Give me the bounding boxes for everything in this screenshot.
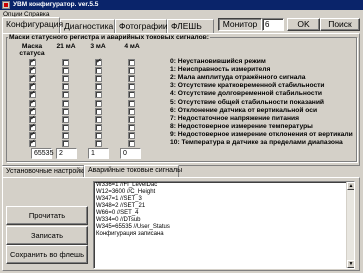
log-line: W348=2 //SET_21 xyxy=(96,203,146,209)
column-header-4ma: 4 мА xyxy=(124,43,140,50)
value-field-3ma[interactable]: 1 xyxy=(88,148,109,159)
ma4-checkbox-2[interactable] xyxy=(128,75,135,82)
value-field-4ma[interactable]: 0 xyxy=(120,148,141,159)
read-button[interactable]: Прочитать xyxy=(6,206,88,225)
ma3-checkbox-6[interactable] xyxy=(95,108,102,115)
signal-label-1: 1: Неисправность измерителя xyxy=(170,66,271,73)
ma3-checkbox-8[interactable] xyxy=(95,124,102,131)
save-to-flash-button[interactable]: Сохранить во флешь xyxy=(6,245,88,264)
signal-label-6: 6: Отклонение датчика от вертикальной ос… xyxy=(170,107,318,114)
tab-configuration[interactable]: Конфигурация xyxy=(2,17,63,33)
ma21-checkbox-2[interactable] xyxy=(62,75,69,82)
ma4-checkbox-1[interactable] xyxy=(128,67,135,74)
ma4-checkbox-9[interactable] xyxy=(128,132,135,139)
ma21-checkbox-5[interactable] xyxy=(62,100,69,107)
window-title: УВМ конфигуратор. ver.5.5 xyxy=(13,1,99,8)
monitor-button[interactable]: Монитор xyxy=(218,18,262,31)
value-field-21ma[interactable]: 2 xyxy=(56,148,77,159)
search-button[interactable]: Поиск xyxy=(320,18,360,31)
log-line: W12=3600 //C_Height xyxy=(96,189,156,195)
ma4-checkbox-3[interactable] xyxy=(128,83,135,90)
ma3-checkbox-2[interactable] xyxy=(95,75,102,82)
tab-setup-settings[interactable]: Установочные настройки xyxy=(2,166,87,177)
column-header-3ma: 3 мА xyxy=(90,43,106,50)
write-button[interactable]: Записать xyxy=(6,226,88,245)
log-output[interactable]: W336=1 //FI_LevelDac W12=3600 //C_Height W… xyxy=(93,181,355,269)
signal-label-9: 9: Недостоверное измерение отклонения от… xyxy=(170,131,353,138)
ma3-checkbox-5[interactable] xyxy=(95,100,102,107)
bottom-panel: Прочитать Записать Сохранить во флешь W3… xyxy=(2,177,360,271)
ma3-checkbox-10[interactable] xyxy=(95,140,102,147)
signal-label-10: 10: Температура в датчике за пределами д… xyxy=(170,139,343,146)
signal-label-5: 5: Отсутствие общей стабильности показан… xyxy=(170,99,325,106)
ma3-checkbox-7[interactable] xyxy=(95,116,102,123)
signal-label-4: 4: Отсутствие долговременной стабильност… xyxy=(170,90,322,97)
ma21-checkbox-7[interactable] xyxy=(62,116,69,123)
log-line: W345=65535 //User_Status xyxy=(96,224,170,230)
ma4-checkbox-0[interactable] xyxy=(128,59,135,66)
ma21-checkbox-10[interactable] xyxy=(62,140,69,147)
ma21-checkbox-9[interactable] xyxy=(62,132,69,139)
signal-label-8: 8: Недостоверное измерение температуры xyxy=(170,123,313,130)
ma21-checkbox-6[interactable] xyxy=(62,108,69,115)
log-lines: W336=1 //FI_LevelDac W12=3600 //C_Height W… xyxy=(94,182,354,238)
tab-diagnostics[interactable]: Диагностика xyxy=(60,19,115,33)
log-line: W347=1 //SET_3 xyxy=(96,196,142,202)
monitor-value-field[interactable]: 6 xyxy=(262,18,284,31)
ma3-checkbox-3[interactable] xyxy=(95,83,102,90)
mask-checkbox-10[interactable] xyxy=(29,138,36,147)
ma21-checkbox-1[interactable] xyxy=(62,67,69,74)
ok-button[interactable]: OK xyxy=(287,18,320,31)
log-line: Конфигурация записана xyxy=(96,231,164,237)
column-header-21ma: 21 мА xyxy=(56,43,76,50)
signal-label-3: 3: Отсутствие кратковременной стабильнос… xyxy=(170,82,325,89)
log-line: W66=0 //SET_4 xyxy=(96,210,139,216)
ma3-checkbox-9[interactable] xyxy=(95,132,102,139)
signal-label-2: 2: Мала амплитуда отражённого сигнала xyxy=(170,74,306,81)
scroll-up-icon[interactable]: ▲ xyxy=(347,182,354,190)
tab-flash[interactable]: ФЛЕШЬ xyxy=(167,19,214,33)
ma21-checkbox-0[interactable] xyxy=(62,59,69,66)
mask-checkbox-4[interactable] xyxy=(29,89,36,98)
log-line: W334=0 //DTsub xyxy=(96,217,141,223)
tab-photos[interactable]: Фотографии xyxy=(115,19,168,33)
ma4-checkbox-10[interactable] xyxy=(128,140,135,147)
ma21-checkbox-4[interactable] xyxy=(62,91,69,98)
value-field-mask[interactable]: 65535 xyxy=(31,148,53,159)
ma3-checkbox-0[interactable] xyxy=(95,57,102,66)
title-bar: УВМ конфигуратор. ver.5.5 xyxy=(0,0,363,10)
signal-label-7: 7: Недостаточное напряжение питания xyxy=(170,115,299,122)
tab-alarm-current-signals[interactable]: Аварийные токовые сигналы xyxy=(84,165,182,177)
ma21-checkbox-8[interactable] xyxy=(62,124,69,131)
ma3-checkbox-1[interactable] xyxy=(95,67,102,74)
ma4-checkbox-5[interactable] xyxy=(128,100,135,107)
scroll-down-icon[interactable]: ▼ xyxy=(347,260,354,268)
ma3-checkbox-4[interactable] xyxy=(95,91,102,98)
column-header-mask: Маска статуса xyxy=(19,43,45,57)
app-icon xyxy=(2,1,10,9)
ma21-checkbox-3[interactable] xyxy=(62,83,69,90)
ma4-checkbox-6[interactable] xyxy=(128,108,135,115)
group-title: Маски статусного регистра и аварийных то… xyxy=(8,34,210,41)
ma4-checkbox-8[interactable] xyxy=(128,124,135,131)
log-scrollbar[interactable]: ▲ ▼ xyxy=(346,182,354,268)
signal-label-0: 0: Неустановившийся режим xyxy=(170,58,266,65)
ma4-checkbox-4[interactable] xyxy=(128,91,135,98)
ma4-checkbox-7[interactable] xyxy=(128,116,135,123)
log-line: W336=1 //FI_LevelDac xyxy=(96,182,158,188)
